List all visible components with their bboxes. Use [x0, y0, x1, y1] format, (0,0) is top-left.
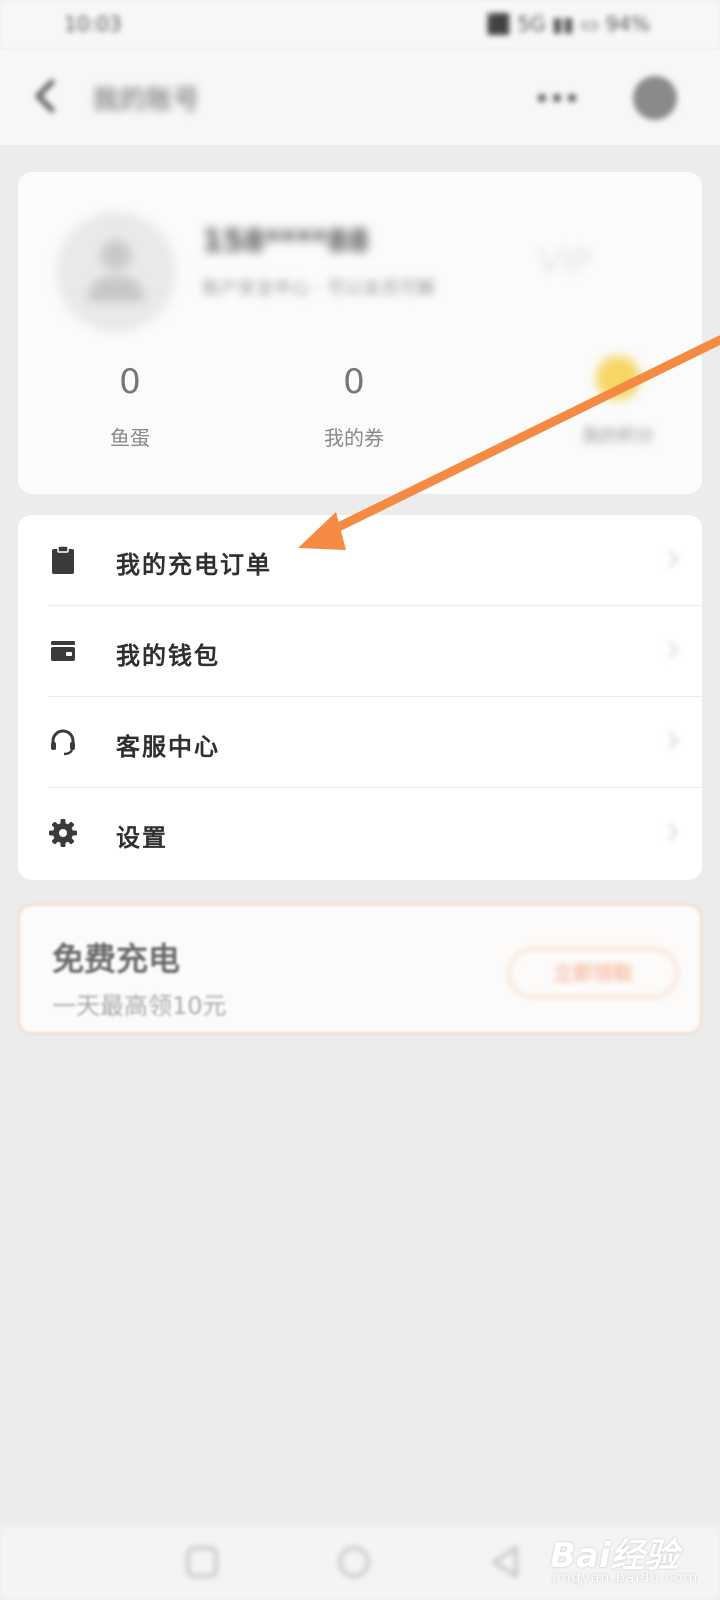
- chevron-right-icon: [668, 550, 679, 568]
- status-time: 10:03: [64, 12, 122, 36]
- page-title: 我的账号: [92, 85, 200, 116]
- clipboard-icon: [52, 545, 74, 574]
- target-icon[interactable]: [633, 76, 677, 120]
- promo-subtitle: 一天最高领10元: [52, 992, 227, 1020]
- app-header: 我的账号: [0, 50, 720, 145]
- stat-fish-eggs[interactable]: 0 鱼蛋: [30, 362, 230, 451]
- more-dots-icon[interactable]: [532, 78, 582, 118]
- tab-home-icon[interactable]: [182, 1542, 222, 1582]
- stat-value: 0: [119, 362, 141, 402]
- gear-icon: [49, 819, 77, 847]
- chevron-right-icon: [668, 641, 679, 659]
- menu-item-label: 客服中心: [116, 733, 220, 761]
- menu-item-wallet[interactable]: 我的钱包: [18, 606, 702, 697]
- menu-list: 我的充电订单 我的钱包 客服中心 设置: [18, 515, 702, 880]
- stat-label: 鱼蛋: [110, 426, 150, 450]
- chevron-right-icon: [668, 732, 679, 750]
- back-arrow-icon[interactable]: [30, 76, 60, 116]
- vip-badge: VIP: [538, 242, 592, 282]
- profile-card: 158****88 账户安全中心 · 可以会员可解 VIP 0 鱼蛋 0 我的券…: [18, 172, 702, 494]
- tab-back-icon[interactable]: [486, 1542, 526, 1582]
- chevron-right-icon: [668, 823, 679, 841]
- stat-points[interactable]: 我的积分: [558, 356, 678, 448]
- menu-item-customer-service[interactable]: 客服中心: [18, 697, 702, 788]
- user-name[interactable]: 158****88: [202, 224, 369, 259]
- menu-item-label: 我的钱包: [116, 642, 220, 670]
- promo-title: 免费充电: [52, 940, 181, 978]
- free-charging-banner[interactable]: 免费充电 一天最高领10元 立即领取: [18, 904, 702, 1034]
- avatar[interactable]: [56, 212, 176, 332]
- status-bar: 10:03 ⬛ 5G ▮▮ ▭ 94%: [0, 0, 720, 50]
- stat-label: 我的券: [324, 426, 384, 450]
- coin-icon: [596, 356, 640, 400]
- watermark-url: jingyan.baidu.com: [552, 1570, 699, 1586]
- menu-item-label: 设置: [116, 824, 168, 852]
- user-subtitle: 账户安全中心 · 可以会员可解: [202, 278, 436, 299]
- baidu-jingyan-watermark: Bai经验 jingyan.baidu.com: [550, 1522, 710, 1592]
- promo-claim-button[interactable]: 立即领取: [508, 948, 678, 998]
- wallet-icon: [51, 641, 75, 661]
- menu-item-label: 我的充电订单: [116, 551, 272, 579]
- headset-icon: [51, 729, 75, 756]
- stat-coupons[interactable]: 0 我的券: [254, 362, 454, 451]
- menu-item-charging-orders[interactable]: 我的充电订单: [18, 515, 702, 606]
- status-icons: ⬛ 5G ▮▮ ▭ 94%: [486, 12, 650, 36]
- stat-label: 我的积分: [582, 426, 654, 447]
- menu-item-settings[interactable]: 设置: [18, 788, 702, 879]
- stat-value: 0: [343, 362, 365, 402]
- tab-center-icon[interactable]: [334, 1542, 374, 1582]
